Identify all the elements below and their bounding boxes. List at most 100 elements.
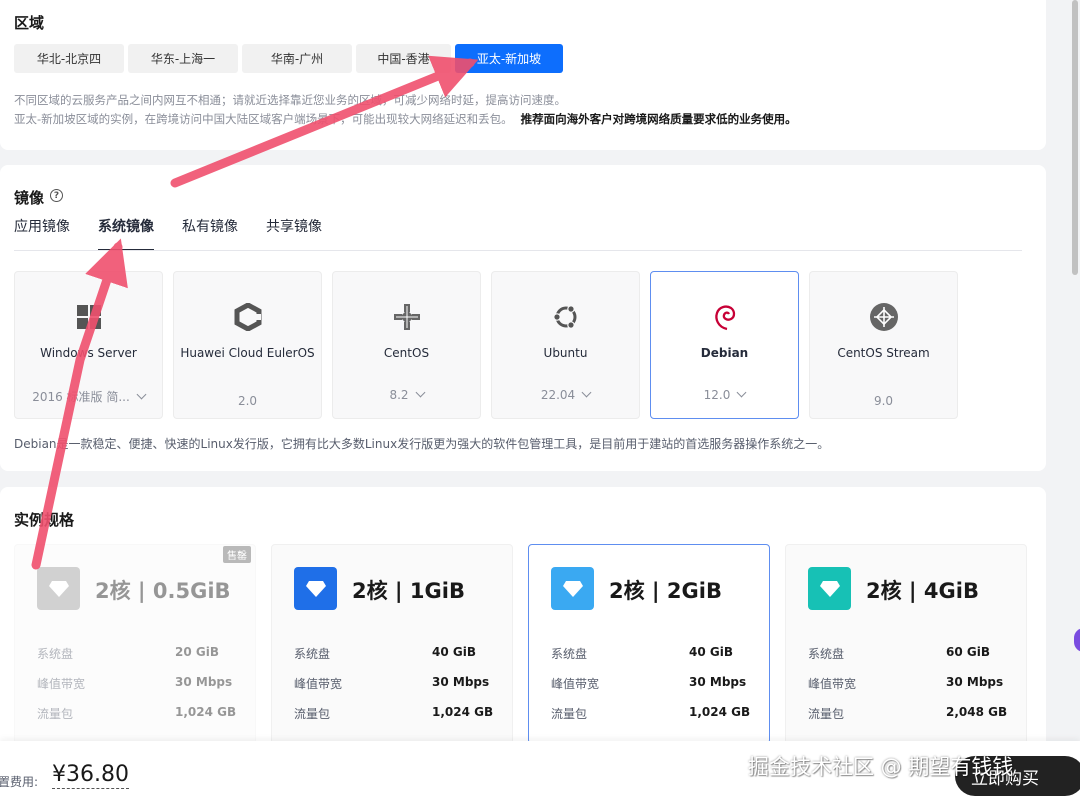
spec-card-title: 2核 | 4GiB [866, 579, 979, 603]
spec-row-label: 峰值带宽 [294, 677, 343, 691]
spec-row-value: 40 GiB [689, 645, 733, 659]
spec-row-value: 30 Mbps [175, 675, 233, 689]
chevron-down-icon [136, 389, 147, 400]
os-name: Debian [700, 346, 749, 360]
region-note-crossborder: 亚太-新加坡区域的实例，在跨境访问中国大陆区域客户端场景下，可能出现较大网络延迟… [14, 111, 797, 127]
os-version-select[interactable]: 22.04 [492, 387, 639, 402]
spec-row-value: 60 GiB [946, 645, 990, 659]
spec-row-bandwidth: 峰值带宽 30 Mbps [808, 675, 1008, 692]
sold-out-badge: 售罄 [223, 546, 251, 563]
os-card-euleros[interactable]: Huawei Cloud EulerOS 2.0 [173, 271, 322, 419]
os-version-select[interactable]: 12.0 [651, 387, 798, 402]
spec-row-traffic: 流量包 1,024 GB [551, 705, 751, 722]
tab-shared-image[interactable]: 共享镜像 [266, 216, 322, 251]
spec-row-traffic: 流量包 1,024 GB [294, 705, 494, 722]
spec-row-value: 2,048 GB [946, 705, 1008, 719]
spec-row-label: 流量包 [294, 707, 331, 721]
spec-card-2c-1g[interactable]: 2核 | 1GiB 系统盘 40 GiB 峰值带宽 30 Mbps 流量包 1,024… [271, 544, 513, 744]
tab-app-image[interactable]: 应用镜像 [14, 216, 70, 251]
centos-stream-icon [869, 302, 899, 332]
diamond-icon [37, 567, 80, 610]
question-circle-icon[interactable]: ? [50, 189, 63, 202]
spec-row-label: 流量包 [551, 707, 588, 721]
os-card-ubuntu[interactable]: Ubuntu 22.04 [491, 271, 640, 419]
region-tab-shanghai1[interactable]: 华东-上海一 [128, 44, 238, 73]
watermark: 掘金技术社区 @ 期望有钱钱 [748, 755, 1014, 779]
spec-row-value: 1,024 GB [432, 705, 494, 719]
bottom-bar: 置费用: ¥36.80 立即购买 掘金技术社区 @ 期望有钱钱 [0, 741, 1080, 800]
spec-row-value: 1,024 GB [175, 705, 237, 719]
region-note-latency: 不同区域的云服务产品之间内网互不相通；请就近选择靠近您业务的区域，可减少网络时延… [14, 93, 566, 107]
tab-system-image[interactable]: 系统镜像 [98, 216, 154, 251]
os-name: Ubuntu [543, 346, 588, 360]
image-tabs: 应用镜像 系统镜像 私有镜像 共享镜像 [14, 216, 322, 251]
spec-row-value: 30 Mbps [689, 675, 747, 689]
spec-row-label: 系统盘 [37, 647, 74, 661]
debian-icon [710, 302, 740, 332]
os-version-value: 9.0 [873, 394, 894, 408]
spec-row-disk: 系统盘 40 GiB [551, 645, 751, 662]
spec-row-bandwidth: 峰值带宽 30 Mbps [551, 675, 751, 692]
spec-row-bandwidth: 峰值带宽 30 Mbps [37, 675, 237, 692]
spec-card-2c-4g[interactable]: 2核 | 4GiB 系统盘 60 GiB 峰值带宽 30 Mbps 流量包 2,048… [785, 544, 1027, 744]
os-card-centos[interactable]: CentOS 8.2 [332, 271, 481, 419]
os-version-value: 22.04 [540, 388, 576, 402]
fee-label: 置费用: [0, 775, 39, 789]
image-section: 镜像 ? 应用镜像 系统镜像 私有镜像 共享镜像 Windows Server … [0, 165, 1046, 471]
os-name: Huawei Cloud EulerOS [180, 346, 315, 360]
image-title: 镜像 [14, 189, 45, 207]
spec-title: 实例规格 [14, 511, 75, 529]
spec-card-2c-0.5g[interactable]: 售罄 2核 | 0.5GiB 系统盘 20 GiB 峰值带宽 30 Mbps 流量包… [14, 544, 256, 744]
fee-value[interactable]: ¥36.80 [52, 762, 129, 789]
region-tab-singapore[interactable]: 亚太-新加坡 [455, 44, 563, 73]
spec-row-label: 峰值带宽 [37, 677, 86, 691]
spec-card-title: 2核 | 0.5GiB [95, 579, 231, 603]
spec-row-value: 30 Mbps [432, 675, 490, 689]
spec-row-label: 流量包 [808, 707, 845, 721]
spec-row-disk: 系统盘 40 GiB [294, 645, 494, 662]
spec-card-2c-2g[interactable]: 2核 | 2GiB 系统盘 40 GiB 峰值带宽 30 Mbps 流量包 1,024… [528, 544, 770, 744]
region-note-crossborder-text: 亚太-新加坡区域的实例，在跨境访问中国大陆区域客户端场景下，可能出现较大网络延迟… [14, 112, 513, 126]
spec-card-title: 2核 | 1GiB [352, 579, 465, 603]
spec-row-label: 峰值带宽 [551, 677, 600, 691]
diamond-icon [294, 567, 337, 610]
os-name: Windows Server [40, 346, 137, 360]
os-version-select[interactable]: 8.2 [333, 387, 480, 402]
spec-row-label: 系统盘 [808, 647, 845, 661]
chevron-down-icon [736, 387, 747, 398]
spec-row-label: 系统盘 [294, 647, 331, 661]
region-title: 区域 [14, 14, 45, 32]
spec-row-label: 峰值带宽 [808, 677, 857, 691]
os-description: Debian是一款稳定、便捷、快速的Linux发行版，它拥有比大多数Linux发… [14, 437, 830, 451]
os-version-select[interactable]: 2016 标准版 简... [15, 388, 162, 405]
region-tab-beijing4[interactable]: 华北-北京四 [14, 44, 124, 73]
region-tab-guangzhou[interactable]: 华南-广州 [242, 44, 352, 73]
region-tabs: 华北-北京四 华东-上海一 华南-广州 中国-香港 亚太-新加坡 [14, 44, 563, 73]
spec-row-label: 系统盘 [551, 647, 588, 661]
diamond-icon [808, 567, 851, 610]
windows-icon [74, 302, 104, 332]
spec-card-title: 2核 | 2GiB [609, 579, 722, 603]
spec-row-disk: 系统盘 20 GiB [37, 645, 237, 662]
tab-private-image[interactable]: 私有镜像 [182, 216, 238, 251]
spec-row-value: 1,024 GB [689, 705, 751, 719]
tab-divider [14, 250, 1022, 251]
spec-row-value: 40 GiB [432, 645, 476, 659]
os-name: CentOS [383, 346, 430, 360]
region-note-recommend: 推荐面向海外客户对跨境网络质量要求低的业务使用。 [520, 112, 797, 126]
region-tab-hongkong[interactable]: 中国-香港 [356, 44, 451, 73]
os-version-value: 8.2 [389, 388, 409, 402]
region-section: 区域 华北-北京四 华东-上海一 华南-广州 中国-香港 亚太-新加坡 不同区域… [0, 0, 1046, 150]
chevron-down-icon [415, 387, 425, 398]
os-version-value: 12.0 [703, 388, 731, 402]
spec-row-value: 20 GiB [175, 645, 219, 659]
spec-row-traffic: 流量包 2,048 GB [808, 705, 1008, 722]
os-name: CentOS Stream [837, 346, 930, 360]
os-card-centos-stream[interactable]: CentOS Stream 9.0 [809, 271, 958, 419]
centos-icon [392, 302, 422, 332]
os-version-value: 2.0 [237, 394, 258, 408]
diamond-icon [551, 567, 594, 610]
os-card-debian[interactable]: Debian 12.0 [650, 271, 799, 419]
scrollbar-thumb[interactable] [1072, 0, 1078, 275]
os-card-windows[interactable]: Windows Server 2016 标准版 简... [14, 271, 163, 419]
